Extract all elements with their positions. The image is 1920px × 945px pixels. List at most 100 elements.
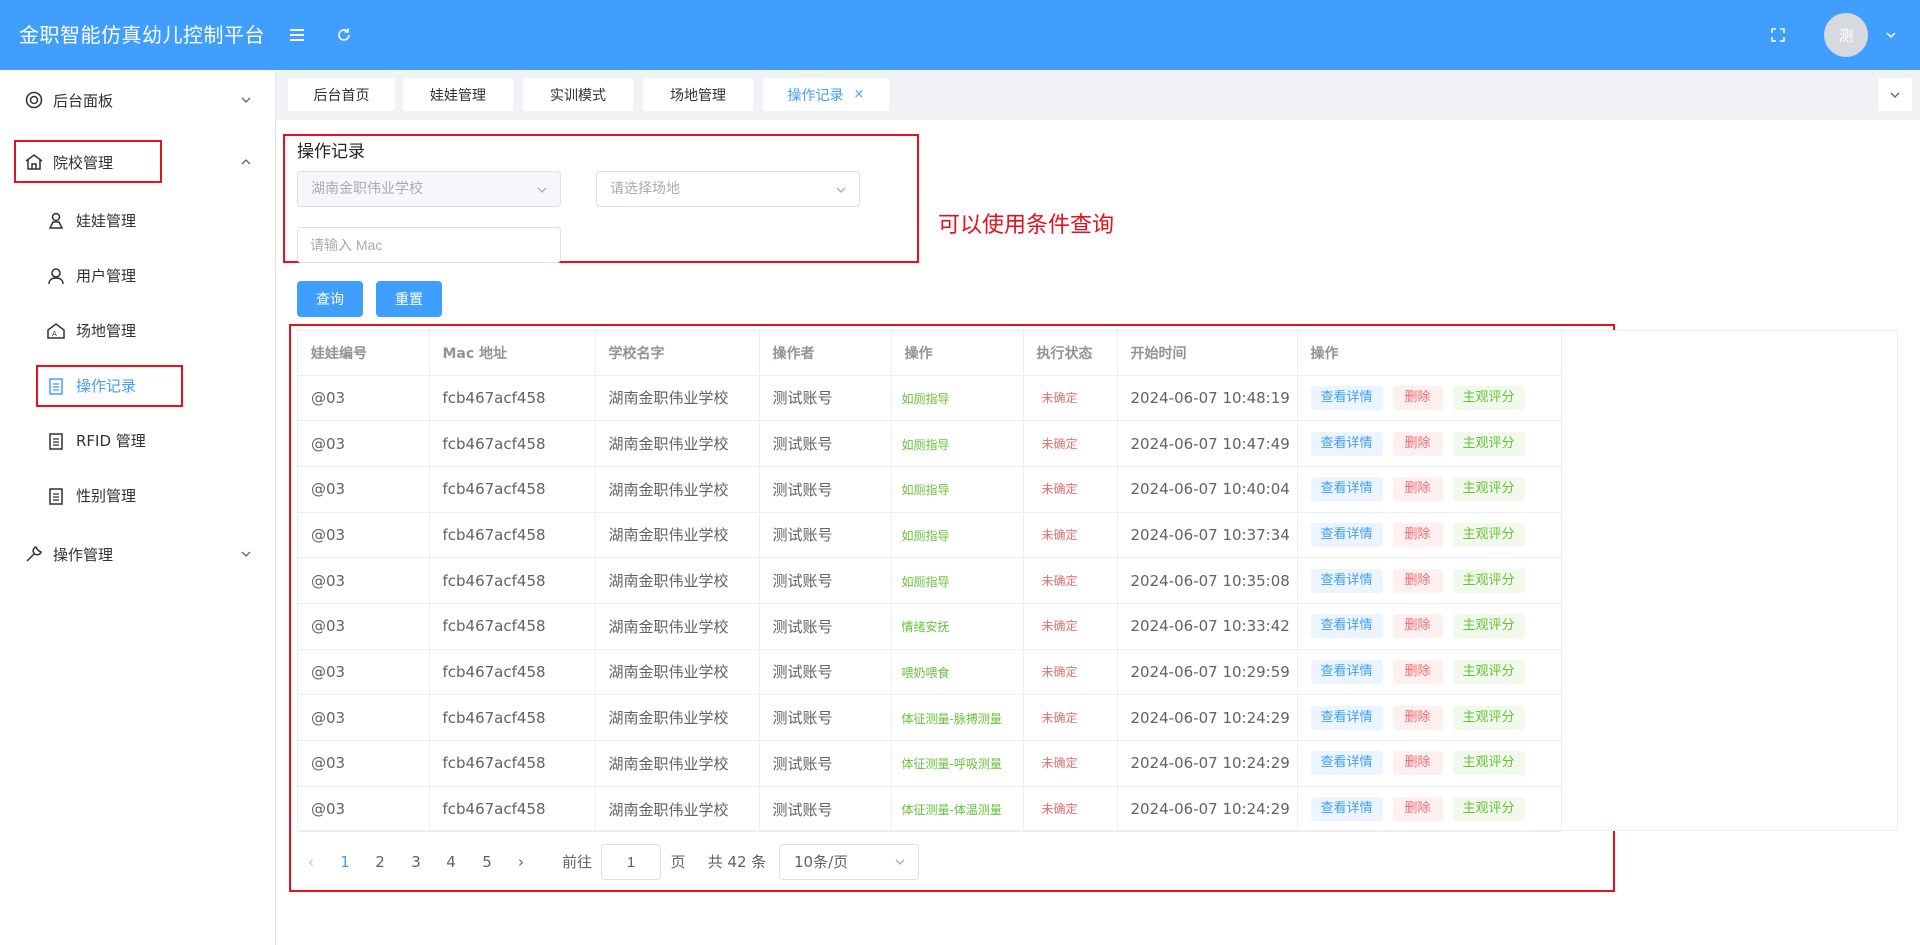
view-details-button[interactable]: 查看详情 [1310, 385, 1383, 410]
delete-button[interactable]: 删除 [1392, 659, 1443, 684]
delete-button[interactable]: 删除 [1392, 568, 1443, 593]
site-select[interactable]: 请选择场地 [596, 171, 860, 207]
evaluate-button[interactable]: 主观评分 [1452, 431, 1525, 456]
sidebar-item-operation-management[interactable]: 操作管理 [0, 526, 275, 582]
operation-tag: 体征测量-体温测量 [901, 803, 1002, 818]
view-details-button[interactable]: 查看详情 [1310, 522, 1383, 547]
sidebar-sub-label: RFID 管理 [76, 432, 146, 450]
status-cell: 未确定 [1023, 694, 1118, 741]
evaluate-button[interactable]: 主观评分 [1452, 659, 1525, 684]
tab-training-mode[interactable]: 实训模式 [523, 78, 633, 111]
next-page-button[interactable]: › [513, 844, 529, 880]
view-details-button[interactable]: 查看详情 [1310, 797, 1383, 822]
query-button[interactable]: 查询 [297, 281, 363, 317]
evaluate-button[interactable]: 主观评分 [1452, 568, 1525, 593]
tags-bar: 后台首页 娃娃管理 实训模式 场地管理 操作记录 × [276, 70, 1920, 120]
operation-tag: 如厕指导 [901, 483, 950, 498]
actions-cell: 查看详情 删除 主观评分 [1297, 512, 1562, 559]
user-menu-button[interactable] [1876, 20, 1906, 50]
delete-button[interactable]: 删除 [1392, 431, 1443, 456]
evaluate-button[interactable]: 主观评分 [1452, 385, 1525, 410]
close-icon[interactable]: × [854, 87, 865, 102]
view-details-button[interactable]: 查看详情 [1310, 751, 1383, 776]
operator-cell: 测试账号 [759, 694, 892, 741]
evaluate-button[interactable]: 主观评分 [1452, 477, 1525, 502]
school-cell: 湖南金职伟业学校 [595, 786, 760, 833]
table-body: @03 fcb467acf458 湖南金职伟业学校 测试账号 如厕指导 未确定 2024-0… [298, 375, 1562, 833]
wrench-icon [26, 546, 42, 562]
mac-cell: fcb467acf458 [429, 420, 596, 467]
column-header: 娃娃编号 [298, 331, 430, 376]
tabs-dropdown-button[interactable] [1878, 78, 1912, 111]
sidebar-item-operation-records[interactable]: 操作记录 [0, 359, 275, 414]
page-button-4[interactable]: 4 [439, 844, 463, 880]
doll-id-cell: @03 [298, 557, 430, 604]
view-details-button[interactable]: 查看详情 [1310, 477, 1383, 502]
sidebar-item-label: 后台面板 [53, 91, 114, 110]
refresh-button[interactable] [329, 20, 359, 50]
fullscreen-button[interactable] [1763, 20, 1793, 50]
delete-button[interactable]: 删除 [1392, 705, 1443, 730]
start-time-cell: 2024-06-07 10:37:34 [1117, 512, 1298, 559]
school-cell: 湖南金职伟业学校 [595, 603, 760, 650]
view-details-button[interactable]: 查看详情 [1310, 659, 1383, 684]
sidebar-item-doll-management[interactable]: 娃娃管理 [0, 194, 275, 249]
delete-button[interactable]: 删除 [1392, 385, 1443, 410]
mac-cell: fcb467acf458 [429, 786, 596, 833]
doll-id-cell: @03 [298, 466, 430, 513]
evaluate-button[interactable]: 主观评分 [1452, 522, 1525, 547]
prev-page-button[interactable]: ‹ [303, 844, 319, 880]
tab-doll-management[interactable]: 娃娃管理 [403, 78, 513, 111]
tab-home[interactable]: 后台首页 [288, 78, 395, 111]
sidebar: 后台面板 院校管理 娃娃管理 用户管理 A 场地管理 操作记录 RFID 管理 … [0, 70, 276, 945]
evaluate-button[interactable]: 主观评分 [1452, 614, 1525, 639]
delete-button[interactable]: 删除 [1392, 614, 1443, 639]
page-button-5[interactable]: 5 [475, 844, 499, 880]
page-button-2[interactable]: 2 [368, 844, 392, 880]
sidebar-item-rfid-management[interactable]: RFID 管理 [0, 414, 275, 469]
sidebar-item-school-management[interactable]: 院校管理 [0, 134, 275, 190]
operator-cell: 测试账号 [759, 466, 892, 513]
table-row: @03 fcb467acf458 湖南金职伟业学校 测试账号 如厕指导 未确定 2024-0… [298, 512, 1562, 559]
mac-cell: fcb467acf458 [429, 694, 596, 741]
mac-cell: fcb467acf458 [429, 603, 596, 650]
page-button-1[interactable]: 1 [333, 844, 357, 880]
sidebar-item-dashboard[interactable]: 后台面板 [0, 72, 275, 128]
mac-input[interactable] [297, 227, 561, 263]
chevron-down-icon [895, 859, 905, 865]
operation-tag: 如厕指导 [901, 528, 950, 543]
user-avatar[interactable]: 测 [1824, 13, 1868, 57]
delete-button[interactable]: 删除 [1392, 751, 1443, 776]
tab-operation-records[interactable]: 操作记录 × [763, 78, 889, 111]
school-select[interactable]: 湖南金职伟业学校 [297, 171, 561, 207]
view-details-button[interactable]: 查看详情 [1310, 431, 1383, 456]
view-details-button[interactable]: 查看详情 [1310, 614, 1383, 639]
operation-tag: 喂奶喂食 [901, 665, 950, 680]
delete-button[interactable]: 删除 [1392, 797, 1443, 822]
actions-cell: 查看详情 删除 主观评分 [1297, 740, 1562, 787]
sidebar-item-user-management[interactable]: 用户管理 [0, 249, 275, 304]
records-table: 娃娃编号 Mac 地址 学校名字 操作者 操作 执行状态 开始时间 操作 @03… [297, 330, 1898, 833]
delete-button[interactable]: 删除 [1392, 477, 1443, 502]
view-details-button[interactable]: 查看详情 [1310, 568, 1383, 593]
tab-site-management[interactable]: 场地管理 [643, 78, 753, 111]
evaluate-button[interactable]: 主观评分 [1452, 797, 1525, 822]
delete-button[interactable]: 删除 [1392, 522, 1443, 547]
evaluate-button[interactable]: 主观评分 [1452, 751, 1525, 776]
page-size-select[interactable]: 10条/页 [779, 844, 919, 880]
evaluate-button[interactable]: 主观评分 [1452, 705, 1525, 730]
reset-button[interactable]: 重置 [376, 281, 442, 317]
goto-page-input[interactable] [601, 844, 661, 880]
chevron-down-icon [537, 187, 547, 193]
menu-toggle-button[interactable] [282, 20, 312, 50]
view-details-button[interactable]: 查看详情 [1310, 705, 1383, 730]
actions-cell: 查看详情 删除 主观评分 [1297, 375, 1562, 422]
status-badge: 未确定 [1032, 431, 1087, 456]
status-badge: 未确定 [1032, 385, 1087, 410]
sidebar-item-site-management[interactable]: A 场地管理 [0, 304, 275, 359]
actions-cell: 查看详情 删除 主观评分 [1297, 649, 1562, 696]
column-header: Mac 地址 [429, 331, 596, 376]
chevron-down-icon [1886, 32, 1896, 39]
page-button-3[interactable]: 3 [404, 844, 428, 880]
sidebar-item-gender-management[interactable]: 性别管理 [0, 469, 275, 524]
